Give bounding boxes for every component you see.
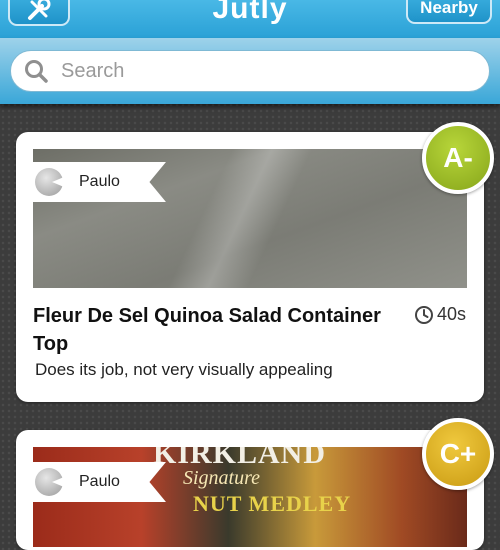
avatar <box>35 168 63 196</box>
photo-text: Signature <box>183 467 261 489</box>
top-bar: Jutly Nearby <box>0 0 500 38</box>
timer-value: 40s <box>436 304 466 324</box>
search-icon <box>25 60 48 83</box>
search-input[interactable] <box>59 58 463 84</box>
item-card[interactable]: KIRKLAND Signature NUT MEDLEY Paulo C+ <box>16 418 494 550</box>
item-card[interactable]: Paulo A- Fleur De Sel Quinoa Salad Conta… <box>16 122 494 402</box>
item-title: Fleur De Sel Quinoa Salad Container Top <box>33 305 381 355</box>
search-bar <box>0 38 500 104</box>
user-tag[interactable]: Paulo <box>28 462 166 502</box>
nearby-button[interactable]: Nearby <box>406 0 492 24</box>
timer: 40s <box>414 304 466 325</box>
item-description: Does its job, not very visually appealin… <box>35 360 333 379</box>
user-name: Paulo <box>79 173 120 190</box>
photo-text: NUT MEDLEY <box>193 491 352 516</box>
grade-badge: A- <box>422 122 494 194</box>
avatar <box>35 468 63 496</box>
grade-badge: C+ <box>422 418 494 490</box>
clock-icon <box>414 305 433 324</box>
search-field[interactable] <box>10 50 490 92</box>
user-name: Paulo <box>79 473 120 490</box>
user-tag[interactable]: Paulo <box>28 162 166 202</box>
